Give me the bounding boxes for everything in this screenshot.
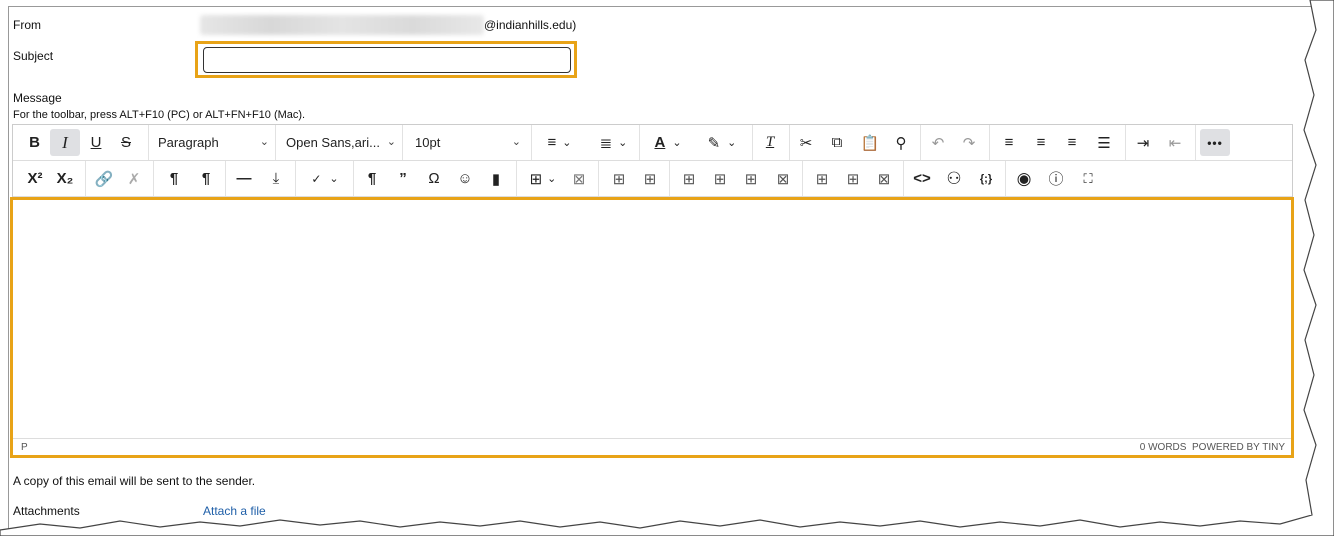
- torn-edge-decoration: [0, 0, 1334, 536]
